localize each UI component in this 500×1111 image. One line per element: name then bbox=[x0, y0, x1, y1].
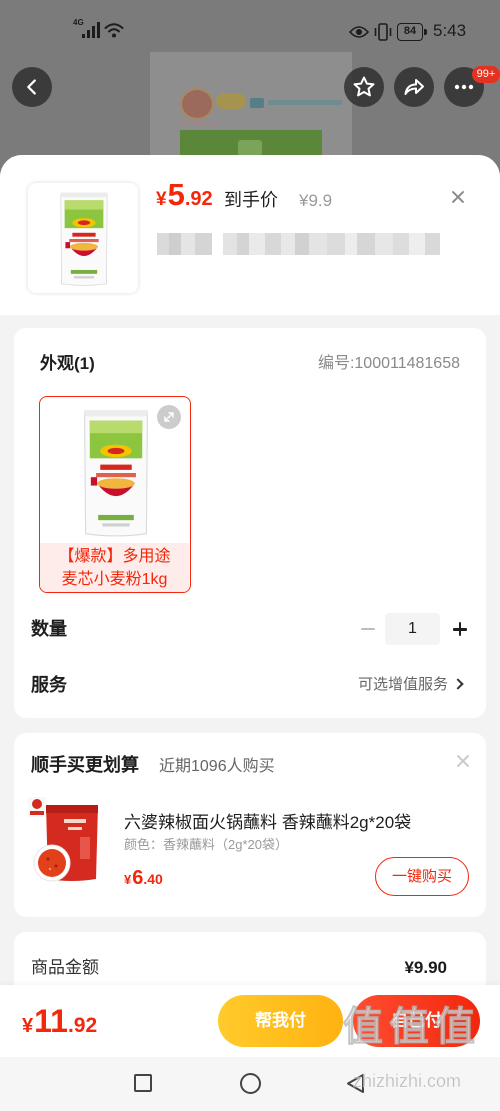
back-icon bbox=[27, 79, 36, 95]
addon-subtitle: 近期1096人购买 bbox=[159, 758, 275, 775]
sku-number: 编号:100011481658 bbox=[317, 355, 460, 372]
product-thumbnail[interactable] bbox=[28, 183, 138, 293]
chevron-right-icon bbox=[452, 678, 464, 690]
one-click-buy-button[interactable]: 一键购买 bbox=[375, 857, 469, 896]
battery-level: 84 bbox=[403, 25, 417, 37]
service-value: 可选增值服务 bbox=[357, 676, 448, 693]
battery-nub bbox=[424, 29, 427, 35]
partner-logo-bar bbox=[268, 100, 342, 105]
brand-logo bbox=[180, 88, 214, 120]
price-currency: ¥ bbox=[156, 189, 167, 210]
addon-price-integer: 6 bbox=[132, 867, 144, 889]
service-row[interactable]: 服务 可选增值服务 bbox=[14, 660, 486, 710]
total-currency: ¥ bbox=[22, 1015, 34, 1037]
options-card: 外观(1) 编号:100011481658 【爆款】多用途 麦芯小麦粉1kg 数… bbox=[14, 328, 486, 718]
variant-image bbox=[84, 410, 148, 537]
eye-icon bbox=[349, 26, 369, 38]
logo-caption-bar bbox=[180, 122, 220, 125]
brand-logo-ribbon bbox=[216, 93, 246, 109]
clock: 5:43 bbox=[433, 21, 467, 40]
final-price: ¥ 5 .92 bbox=[156, 177, 213, 217]
share-icon bbox=[404, 79, 424, 95]
pay-myself-button[interactable]: 自己付 bbox=[353, 995, 480, 1047]
partner-logo bbox=[250, 98, 264, 108]
original-price: ¥9.9 bbox=[299, 191, 333, 210]
back-button bbox=[12, 67, 52, 107]
quantity-input[interactable]: 1 bbox=[385, 613, 440, 645]
share-button bbox=[394, 67, 434, 107]
checkout-bar: ¥ 11 .92 帮我付 自己付 bbox=[0, 985, 500, 1057]
star-icon bbox=[353, 76, 375, 97]
system-nav-bar bbox=[0, 1057, 500, 1111]
recents-icon[interactable] bbox=[134, 1074, 152, 1092]
quantity-label: 数量 bbox=[31, 619, 67, 639]
flour-bag-image bbox=[60, 192, 108, 286]
purchase-sheet: ¥ 5 .92 到手价 ¥9.9 外观(1) 编号:100011481658 【… bbox=[0, 155, 500, 1057]
total-integer: 11 bbox=[34, 1003, 68, 1039]
addon-product-price: ¥ 6 .40 bbox=[124, 867, 163, 893]
price-decimal: .92 bbox=[184, 188, 213, 210]
service-label: 服务 bbox=[31, 675, 67, 695]
minus-icon[interactable] bbox=[361, 628, 375, 630]
variant-label-line2: 麦芯小麦粉1kg bbox=[61, 571, 168, 588]
close-icon[interactable] bbox=[451, 190, 465, 204]
total-price: ¥ 11 .92 bbox=[22, 1003, 97, 1045]
more-badge: 99+ bbox=[472, 66, 500, 83]
home-icon[interactable] bbox=[240, 1073, 261, 1094]
wifi-icon bbox=[104, 23, 124, 38]
addon-card: 顺手买更划算 近期1096人购买 六婆辣椒面火锅蘸料 香辣蘸料2g*20袋 颜色… bbox=[14, 733, 486, 917]
sheet-header: ¥ 5 .92 到手价 ¥9.9 bbox=[0, 155, 500, 315]
appearance-label: 外观(1) bbox=[40, 354, 95, 373]
addon-product-spec: 颜色：香辣蘸料（2g*20袋） bbox=[124, 837, 288, 852]
status-bar: 4G 84 5:43 bbox=[0, 0, 500, 58]
variant-label-line1: 【爆款】多用途 bbox=[58, 548, 171, 565]
plus-icon[interactable] bbox=[453, 622, 467, 636]
blurred-product-title bbox=[157, 233, 467, 255]
subtotal-label: 商品金额 bbox=[31, 958, 99, 977]
close-icon[interactable] bbox=[456, 754, 470, 768]
addon-price-currency: ¥ bbox=[124, 872, 132, 887]
help-me-pay-button[interactable]: 帮我付 bbox=[218, 995, 343, 1047]
variant-option[interactable]: 【爆款】多用途 麦芯小麦粉1kg bbox=[39, 396, 191, 593]
addon-product-name[interactable]: 六婆辣椒面火锅蘸料 香辣蘸料2g*20袋 bbox=[124, 813, 411, 833]
battery-icon: 84 bbox=[397, 23, 423, 41]
vibrate-icon bbox=[374, 23, 392, 41]
subtotal-value: ¥9.90 bbox=[404, 958, 447, 977]
addon-title: 顺手买更划算 bbox=[31, 755, 139, 775]
variant-label: 【爆款】多用途 麦芯小麦粉1kg bbox=[40, 543, 189, 592]
total-decimal: .92 bbox=[67, 1014, 98, 1037]
expand-image-button[interactable] bbox=[157, 405, 181, 429]
signal-icon bbox=[82, 22, 100, 38]
expand-icon bbox=[164, 412, 174, 422]
favorite-button bbox=[344, 67, 384, 107]
back-triangle-icon[interactable] bbox=[345, 1073, 366, 1094]
addon-product-image[interactable] bbox=[28, 797, 100, 885]
price-label: 到手价 bbox=[224, 190, 278, 210]
price-integer: 5 bbox=[167, 177, 185, 212]
addon-price-decimal: .40 bbox=[143, 871, 163, 887]
